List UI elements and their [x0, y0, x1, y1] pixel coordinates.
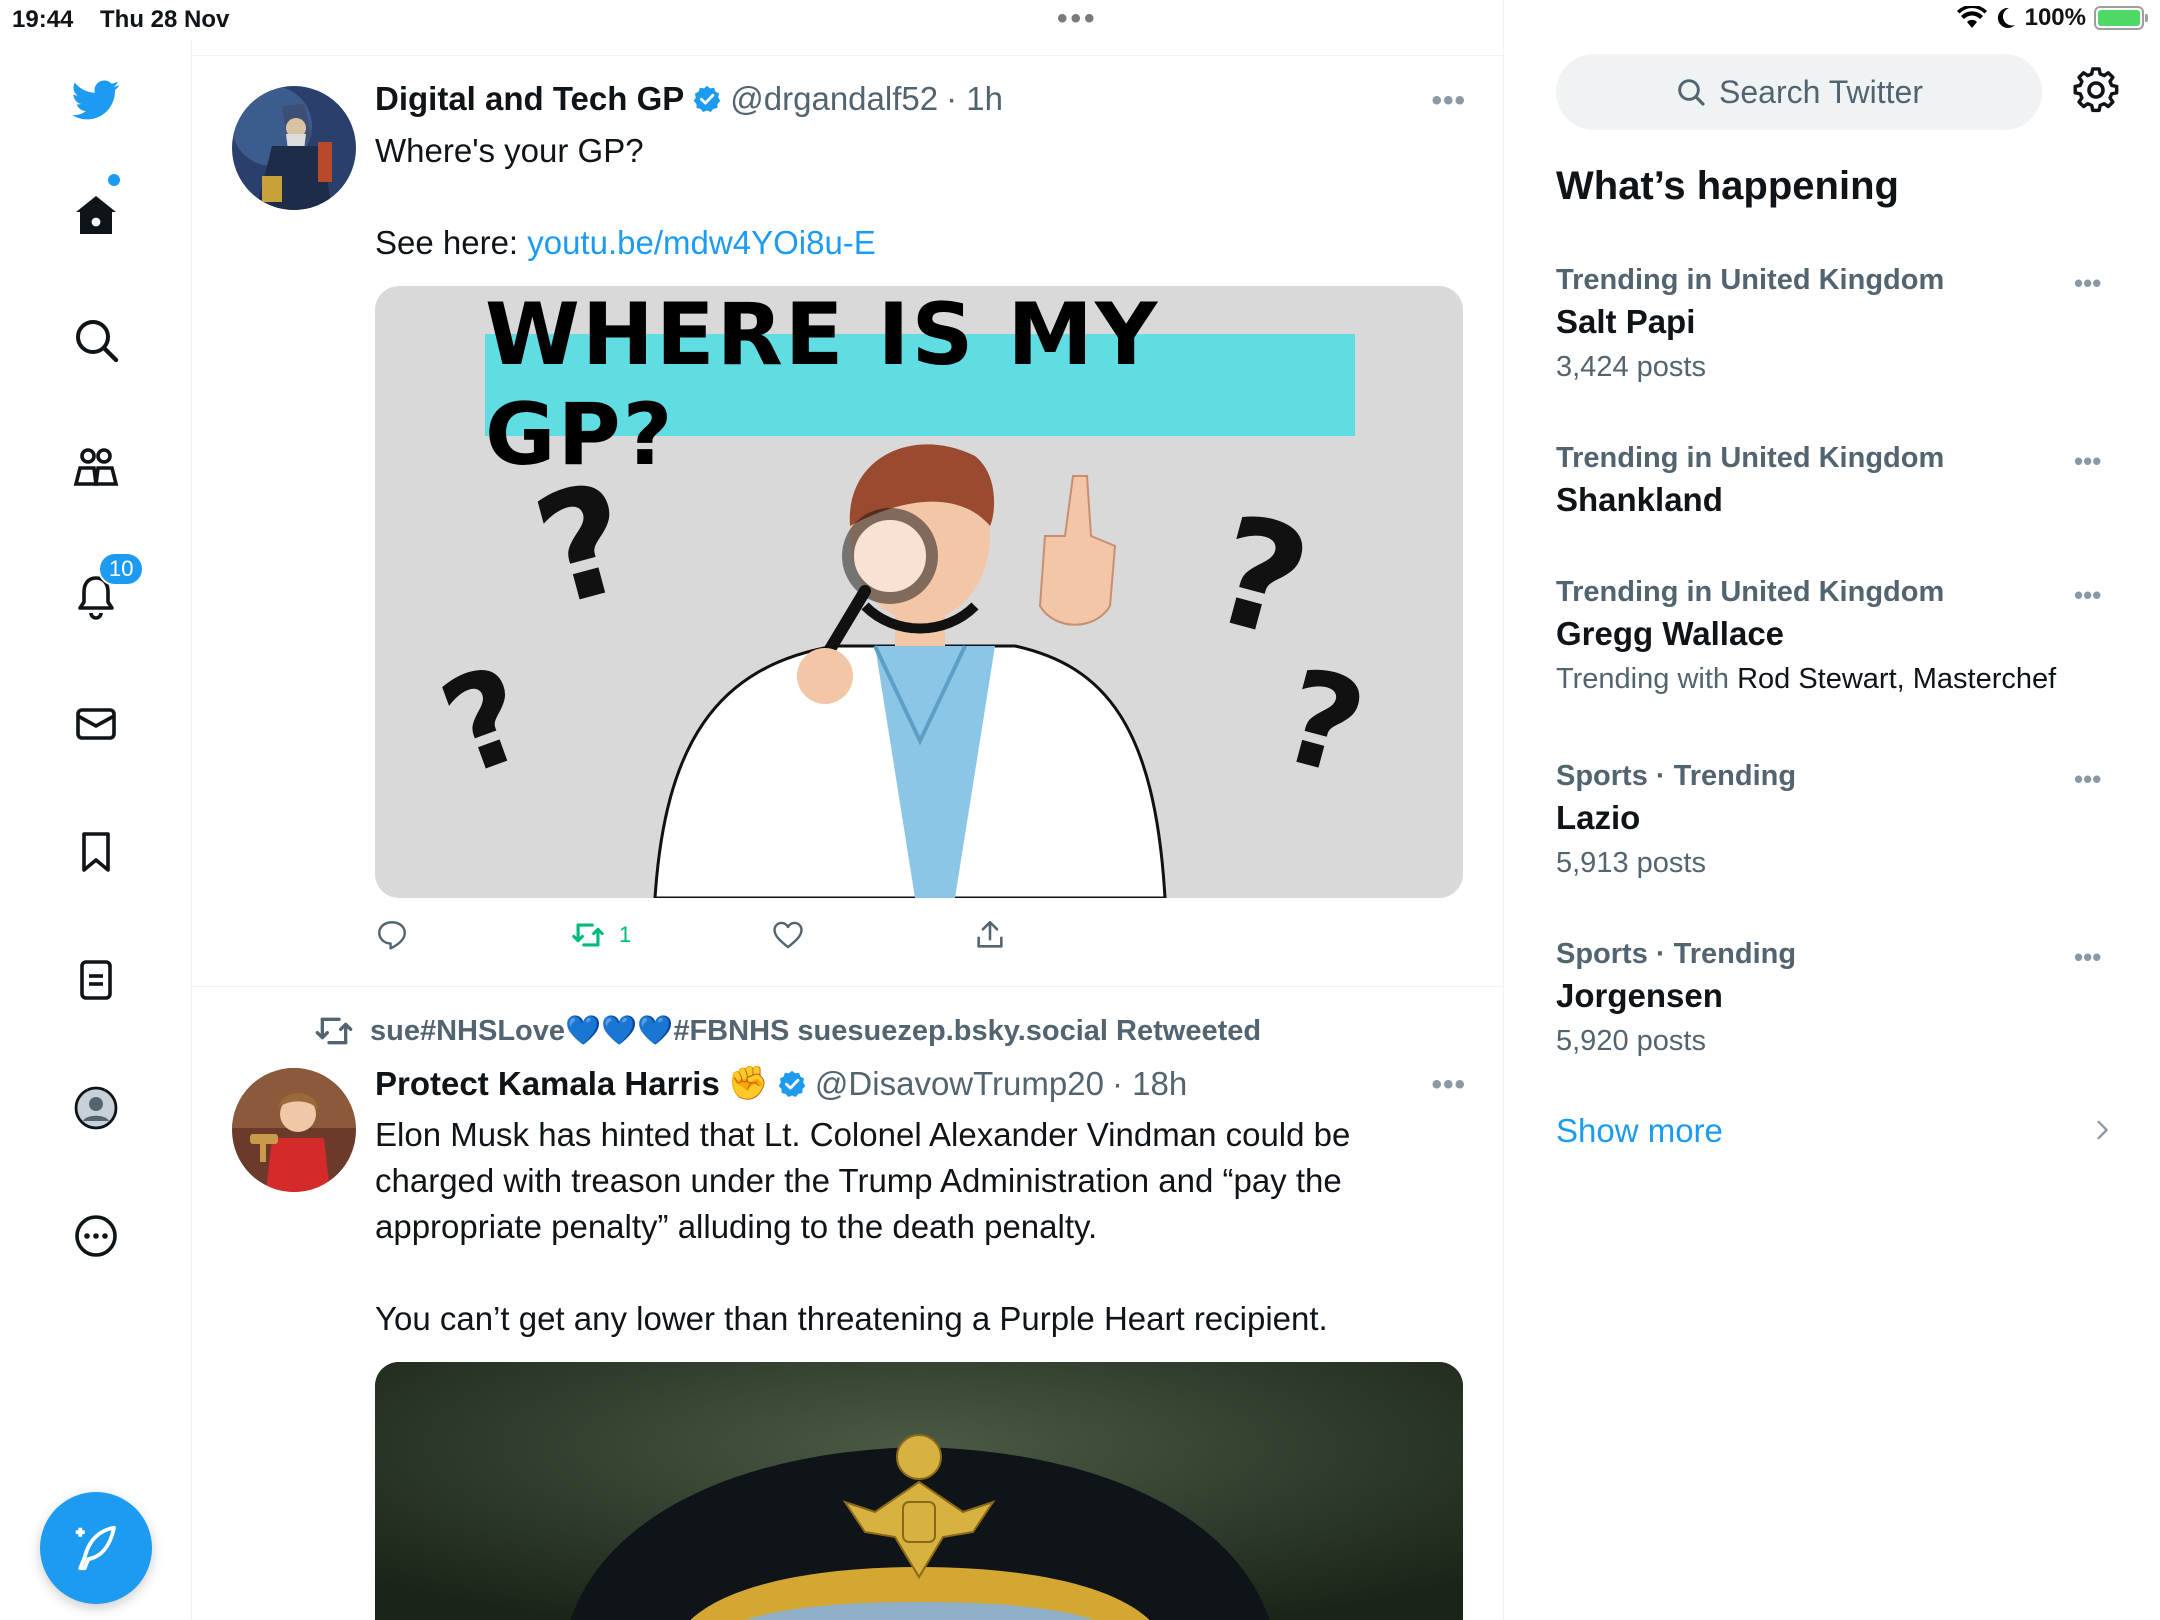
svg-text:?: ?	[424, 637, 547, 806]
search-bar[interactable]: Search Twitter	[1556, 54, 2042, 130]
trend-more-button[interactable]: •••	[2074, 268, 2101, 299]
tweet-more-button[interactable]: •••	[1431, 1068, 1466, 1102]
military-cap-photo	[375, 1362, 1463, 1620]
tweet-header: Digital and Tech GP @drgandalf52 · 1h	[375, 80, 1003, 118]
trend-more-button[interactable]: •••	[2074, 942, 2101, 973]
retweet-count: 1	[619, 922, 632, 947]
reply-icon	[378, 921, 406, 950]
tweet-text: Where's your GP? See here: youtu.be/mdw4…	[375, 128, 1475, 266]
bookmarks-icon[interactable]	[66, 822, 126, 882]
tweet-text-line: Where's your GP?	[375, 132, 644, 169]
home-icon[interactable]	[66, 186, 126, 246]
left-navigation: 10	[0, 40, 192, 1620]
timeline: Digital and Tech GP @drgandalf52 · 1h ••…	[192, 0, 1504, 1620]
retweet-icon	[572, 923, 604, 947]
tweet-header: Protect Kamala Harris ✊ @DisavowTrump20 …	[375, 1064, 1187, 1103]
tweet-time[interactable]: · 1h	[946, 80, 1003, 118]
trend-related-prefix: Trending with	[1556, 663, 1738, 695]
chevron-right-icon[interactable]	[2088, 1116, 2116, 1144]
home-unread-dot	[108, 174, 120, 186]
tweet-text-prefix: See here:	[375, 224, 528, 261]
tweet-media-image[interactable]	[375, 1362, 1463, 1620]
tweet-more-button[interactable]: •••	[1431, 84, 1466, 118]
compose-button[interactable]	[40, 1492, 152, 1604]
compose-feather-icon	[75, 1525, 116, 1571]
twitter-logo-icon[interactable]	[66, 70, 126, 130]
doctor-illustration: ? ? ? ?	[424, 444, 1379, 898]
trend-related: Trending with Rod Stewart, Masterchef	[1556, 663, 2116, 696]
lists-icon[interactable]	[66, 950, 126, 1010]
svg-text:?: ?	[1267, 639, 1379, 805]
status-time: 19:44	[12, 6, 74, 33]
handle[interactable]: @drgandalf52	[730, 80, 938, 118]
avatar[interactable]	[232, 1068, 356, 1192]
trend-item[interactable]: Sports · Trending Lazio 5,913 posts	[1556, 760, 2116, 880]
trend-context: Trending in United Kingdom	[1556, 442, 1945, 474]
trend-name: Salt Papi	[1556, 303, 1696, 340]
trend-name: Gregg Wallace	[1556, 615, 1785, 652]
trend-related-terms: Rod Stewart, Masterchef	[1737, 663, 2057, 695]
retweet-icon	[315, 1017, 353, 1045]
search-placeholder: Search Twitter	[1719, 73, 1923, 110]
messages-icon[interactable]	[66, 694, 126, 754]
verified-badge-icon[interactable]	[692, 84, 722, 114]
like-button[interactable]	[771, 918, 805, 952]
tweet-divider	[192, 986, 1504, 987]
trend-context: Sports · Trending	[1556, 938, 1797, 970]
trend-post-count: 3,424 posts	[1556, 351, 1706, 383]
header-divider	[192, 55, 1504, 56]
trend-name: Jorgensen	[1556, 977, 1723, 1014]
trend-item[interactable]: Trending in United Kingdom Shankland	[1556, 442, 2116, 519]
profile-icon[interactable]	[66, 1078, 126, 1138]
settings-gear-icon[interactable]	[2072, 66, 2120, 114]
more-icon[interactable]	[66, 1206, 126, 1266]
tweet-media-image[interactable]: WHERE IS MY GP? ? ? ? ?	[375, 286, 1463, 898]
verified-badge-icon[interactable]	[777, 1069, 807, 1099]
communities-icon[interactable]	[66, 438, 126, 498]
trend-more-button[interactable]: •••	[2074, 446, 2101, 477]
tweet-text-paragraph: Elon Musk has hinted that Lt. Colonel Al…	[375, 1116, 1351, 1245]
share-button[interactable]	[973, 918, 1007, 952]
display-name[interactable]: Protect Kamala Harris	[375, 1065, 720, 1103]
trend-context: Sports · Trending	[1556, 760, 1797, 792]
trend-more-button[interactable]: •••	[2074, 764, 2101, 795]
notifications-badge: 10	[98, 552, 145, 586]
trend-post-count: 5,920 posts	[1556, 1025, 1706, 1057]
search-icon[interactable]	[66, 310, 126, 370]
tweet-text-paragraph: You can’t get any lower than threatening…	[375, 1300, 1328, 1337]
display-name[interactable]: Digital and Tech GP	[375, 80, 684, 118]
trend-name: Shankland	[1556, 481, 1723, 518]
trend-name: Lazio	[1556, 799, 1641, 836]
trend-post-count: 5,913 posts	[1556, 847, 1706, 879]
trend-context: Trending in United Kingdom	[1556, 576, 1945, 608]
trend-context: Trending in United Kingdom	[1556, 264, 1945, 296]
tweet-text: Elon Musk has hinted that Lt. Colonel Al…	[375, 1112, 1475, 1342]
retweet-context[interactable]: sue#NHSLove💙💙💙#FBNHS suesuezep.bsky.soci…	[314, 1014, 1261, 1048]
tweet-link[interactable]: youtu.be/mdw4YOi8u-E	[527, 224, 876, 261]
trend-more-button[interactable]: •••	[2074, 580, 2101, 611]
heart-icon	[773, 921, 803, 949]
search-icon	[1678, 79, 1705, 106]
svg-text:?: ?	[519, 450, 648, 641]
display-name-emoji: ✊	[727, 1064, 769, 1101]
whats-happening-title: What’s happening	[1556, 164, 1899, 208]
handle[interactable]: @DisavowTrump20	[815, 1065, 1104, 1103]
share-icon	[977, 920, 1003, 948]
reply-button[interactable]	[375, 918, 409, 952]
trend-item[interactable]: Trending in United Kingdom Salt Papi 3,4…	[1556, 264, 2116, 384]
trend-item[interactable]: Trending in United Kingdom Gregg Wallace…	[1556, 576, 2116, 696]
right-sidebar: Search Twitter What’s happening Trending…	[1504, 0, 2160, 1620]
trend-item[interactable]: Sports · Trending Jorgensen 5,920 posts	[1556, 938, 2116, 1058]
retweet-button[interactable]: 1	[571, 918, 631, 952]
show-more-link[interactable]: Show more	[1556, 1112, 1723, 1150]
retweeted-by-text: sue#NHSLove💙💙💙#FBNHS suesuezep.bsky.soci…	[370, 1015, 1262, 1047]
tweet-actions: 1	[375, 914, 1075, 958]
avatar[interactable]	[232, 86, 356, 210]
tweet-time[interactable]: · 18h	[1112, 1065, 1187, 1103]
